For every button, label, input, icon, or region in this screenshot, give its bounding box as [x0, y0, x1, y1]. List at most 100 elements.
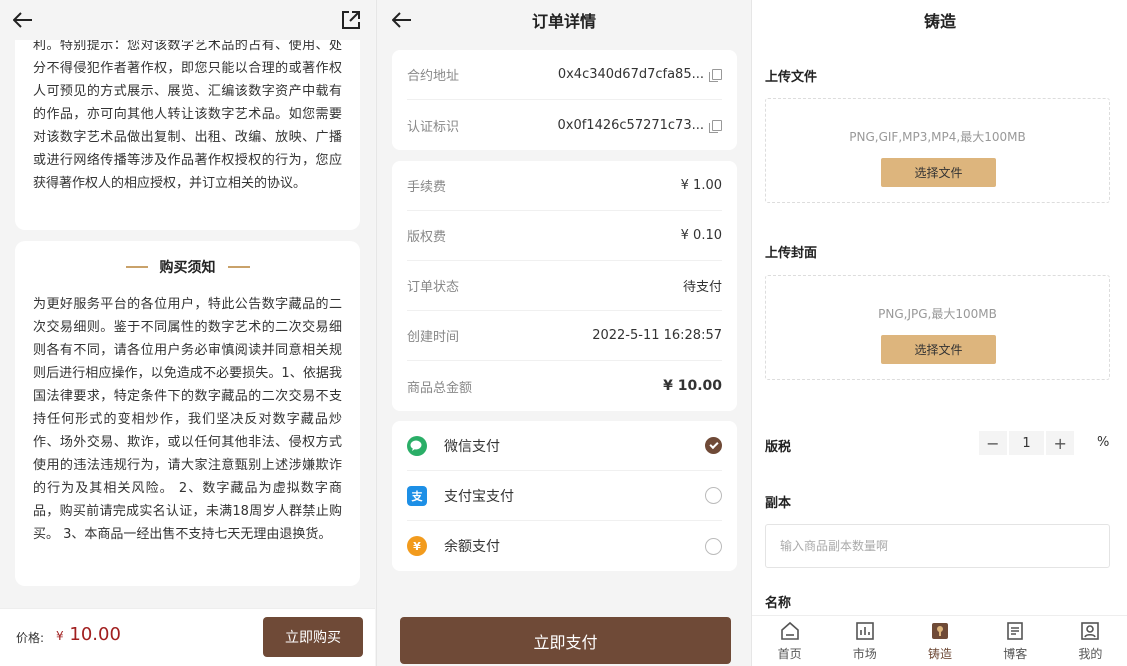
contract-address-row: 合约地址 0x4c340d67d7cfa85... [407, 50, 722, 100]
bottom-tab-bar: 首页 市场 铸造 博客 我的 [752, 615, 1127, 666]
fee-label: 版权费 [407, 230, 447, 245]
price-amount: 10.00 [69, 624, 121, 645]
purchase-notice-card: 购买须知 为更好服务平台的各位用户，特此公告数字藏品的二次交易细则。鉴于不同属性… [15, 241, 360, 586]
tab-label: 市场 [852, 646, 877, 661]
currency-symbol: ¥ [56, 629, 64, 643]
alipay-icon: 支 [407, 485, 427, 506]
fee-label: 手续费 [407, 180, 447, 195]
fee-label: 商品总金额 [407, 380, 473, 396]
fee-info-card: 手续费 ¥ 1.00 版权费 ¥ 0.10 订单状态 待支付 创建时间 2022… [392, 161, 737, 411]
payment-option-alipay[interactable]: 支 支付宝支付 [407, 471, 722, 521]
balance-coin-icon: ¥ [407, 536, 427, 556]
fee-label: 创建时间 [407, 330, 460, 345]
plus-button[interactable]: + [1046, 431, 1075, 455]
percent-unit: % [1097, 435, 1110, 450]
fee-value: ¥ 0.10 [680, 228, 722, 243]
back-arrow-icon[interactable] [10, 8, 36, 32]
fee-label: 订单状态 [407, 280, 460, 295]
royalty-label: 版税 [765, 440, 792, 455]
copy-icon[interactable] [709, 69, 722, 82]
upload-cover-label: 上传封面 [765, 246, 818, 261]
payment-option-balance[interactable]: ¥ 余额支付 [407, 521, 722, 571]
radio-unselected[interactable] [705, 487, 722, 504]
contract-address-value: 0x4c340d67d7cfa85... [557, 67, 704, 82]
choose-file-button[interactable]: 选择文件 [881, 158, 996, 187]
panel2-header: 订单详情 [377, 0, 750, 40]
panel1-header [0, 0, 375, 40]
tab-profile[interactable]: 我的 [1053, 616, 1127, 666]
copies-label: 副本 [765, 496, 792, 511]
upload-file-label: 上传文件 [765, 70, 818, 85]
fee-row: 订单状态 待支付 [407, 261, 722, 311]
tab-label: 我的 [1078, 646, 1103, 661]
page-title: 订单详情 [531, 12, 596, 31]
chart-icon [855, 621, 874, 640]
radio-selected[interactable] [705, 437, 722, 454]
contract-info-card: 合约地址 0x4c340d67d7cfa85... 认证标识 0x0f1426c… [392, 50, 737, 150]
cert-id-row: 认证标识 0x0f1426c57271c73... [407, 100, 722, 150]
mint-icon [932, 622, 948, 639]
copyright-notice-card: 利。特别提示：您对该数字艺术品的占有、使用、处分不得侵犯作者著作权，即您只能以合… [15, 28, 360, 230]
royalty-value[interactable]: 1 [1006, 431, 1047, 455]
purchase-notice-title: 购买须知 [159, 260, 216, 276]
payment-option-label: 支付宝支付 [444, 488, 514, 505]
home-icon [780, 621, 799, 640]
tab-home[interactable]: 首页 [752, 616, 827, 666]
upload-cover-dropzone[interactable]: PNG,JPG,最大100MB 选择文件 [765, 275, 1110, 380]
artwork-detail-panel: 利。特别提示：您对该数字艺术品的占有、使用、处分不得侵犯作者著作权，即您只能以合… [0, 0, 375, 666]
upload-file-dropzone[interactable]: PNG,GIF,MP3,MP4,最大100MB 选择文件 [765, 98, 1110, 203]
share-icon[interactable] [340, 9, 362, 31]
upload-cover-hint: PNG,JPG,最大100MB [878, 307, 997, 321]
copies-input[interactable] [765, 524, 1110, 568]
cert-id-label: 认证标识 [407, 119, 460, 135]
cert-id-value-wrap: 0x0f1426c57271c73... [557, 117, 722, 133]
purchase-notice-text: 为更好服务平台的各位用户，特此公告数字藏品的二次交易细则。鉴于不同属性的数字艺术… [33, 297, 342, 542]
back-arrow-icon[interactable] [389, 8, 415, 32]
tab-blog[interactable]: 博客 [978, 616, 1053, 666]
name-label: 名称 [765, 596, 792, 611]
price-label: 价格: [16, 631, 45, 645]
total-amount: ¥ 10.00 [663, 378, 722, 394]
fee-row: 手续费 ¥ 1.00 [407, 161, 722, 211]
order-detail-panel: 订单详情 合约地址 0x4c340d67d7cfa85... 认证标识 0x0f… [376, 0, 750, 666]
purchase-footer: 价格: ¥ 10.00 立即购买 [0, 608, 375, 666]
fee-value: 2022-5-11 16:28:57 [592, 328, 722, 343]
contract-address-value-wrap: 0x4c340d67d7cfa85... [558, 67, 722, 82]
fee-value: ¥ 1.00 [680, 178, 722, 193]
copy-icon[interactable] [709, 119, 722, 133]
tab-mint[interactable]: 铸造 [902, 616, 977, 666]
panel3-header: 铸造 [752, 0, 1127, 40]
payment-option-wechat[interactable]: 微信支付 [407, 421, 722, 471]
pay-now-button[interactable]: 立即支付 [400, 617, 731, 664]
fee-value: 待支付 [682, 280, 722, 295]
purchase-notice-heading: 购买须知 [33, 255, 342, 279]
divider [227, 266, 250, 268]
choose-cover-button[interactable]: 选择文件 [881, 335, 996, 364]
radio-unselected[interactable] [705, 537, 722, 555]
tab-market[interactable]: 市场 [827, 616, 902, 666]
tab-label: 铸造 [928, 646, 953, 661]
fee-row: 商品总金额 ¥ 10.00 [407, 361, 722, 411]
mint-panel: 铸造 上传文件 PNG,GIF,MP3,MP4,最大100MB 选择文件 上传封… [751, 0, 1127, 666]
contract-address-label: 合约地址 [407, 69, 460, 84]
tab-label: 博客 [1003, 646, 1028, 661]
cert-id-value: 0x0f1426c57271c73... [557, 117, 705, 133]
wechat-pay-icon [407, 435, 427, 456]
payment-option-label: 余额支付 [444, 539, 500, 555]
upload-file-hint: PNG,GIF,MP3,MP4,最大100MB [849, 130, 1026, 144]
page-title: 铸造 [923, 12, 956, 31]
royalty-stepper: − 1 + [979, 431, 1075, 455]
price-value: ¥ 10.00 [56, 624, 121, 645]
buy-now-button[interactable]: 立即购买 [263, 617, 363, 657]
payment-option-label: 微信支付 [444, 438, 500, 455]
user-icon [1081, 621, 1100, 640]
document-icon [1007, 621, 1024, 640]
mint-form: 上传文件 PNG,GIF,MP3,MP4,最大100MB 选择文件 上传封面 P… [752, 40, 1127, 615]
fee-row: 版权费 ¥ 0.10 [407, 211, 722, 261]
tab-label: 首页 [777, 646, 802, 661]
divider [125, 266, 148, 268]
copyright-notice-text: 利。特别提示：您对该数字艺术品的占有、使用、处分不得侵犯作者著作权，即您只能以合… [33, 38, 342, 191]
minus-button[interactable]: − [979, 431, 1007, 455]
payment-method-card: 微信支付 支 支付宝支付 ¥ 余额支付 [392, 421, 737, 571]
fee-row: 创建时间 2022-5-11 16:28:57 [407, 311, 722, 361]
